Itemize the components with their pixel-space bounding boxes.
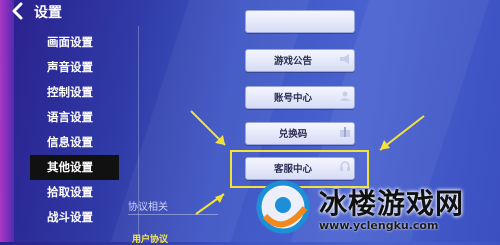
other-settings-panel: 游戏公告 账号中心 兑换码 客服中心 <box>145 10 365 201</box>
page-title: 设置 <box>34 5 62 21</box>
redeem-code-button[interactable]: 兑换码 <box>245 122 355 145</box>
watermark-title: 冰楼游戏网 <box>319 187 465 220</box>
sidebar-item-other[interactable]: 其他设置 <box>30 155 119 180</box>
site-watermark: 冰楼游戏网 www.yclengku.com <box>245 176 500 242</box>
sidebar-item-pickup[interactable]: 拾取设置 <box>30 180 119 205</box>
user-icon <box>340 91 350 101</box>
agreements-section-label: 协议相关 <box>128 202 168 213</box>
section-divider <box>128 214 218 215</box>
sidebar-item-info[interactable]: 信息设置 <box>30 130 119 155</box>
account-center-button[interactable]: 账号中心 <box>245 86 355 109</box>
announcement-button[interactable]: 游戏公告 <box>245 49 355 72</box>
customer-service-button-label: 客服中心 <box>273 164 312 175</box>
sidebar-item-display[interactable]: 画面设置 <box>30 30 119 55</box>
settings-sidebar: 画面设置 声音设置 控制设置 语言设置 信息设置 其他设置 拾取设置 战斗设置 <box>30 30 130 230</box>
watermark-logo <box>256 180 310 234</box>
chevron-left-icon[interactable] <box>10 2 26 20</box>
watermark-url: www.yclengku.com <box>319 219 439 232</box>
gift-icon <box>340 127 350 137</box>
megaphone-icon <box>340 54 349 64</box>
account-center-button-label: 账号中心 <box>273 93 312 104</box>
redeem-code-button-label: 兑换码 <box>278 129 308 140</box>
announcement-button-label: 游戏公告 <box>273 56 312 67</box>
top-partial-button[interactable] <box>245 10 355 33</box>
sidebar-item-language[interactable]: 语言设置 <box>30 105 119 130</box>
headset-icon <box>340 161 350 171</box>
sidebar-item-combat[interactable]: 战斗设置 <box>30 205 119 230</box>
sidebar-item-sound[interactable]: 声音设置 <box>30 55 119 80</box>
sidebar-item-controls[interactable]: 控制设置 <box>30 80 119 105</box>
left-edge-decoration <box>0 0 14 242</box>
user-agreement-link[interactable]: 用户协议 <box>132 232 168 245</box>
